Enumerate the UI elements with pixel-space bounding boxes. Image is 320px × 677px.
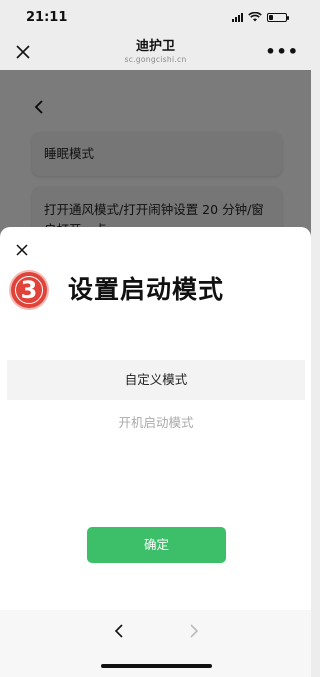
status-bar: 21:11 [0, 0, 311, 34]
option-boot-mode[interactable]: 开机启动模式 [7, 408, 305, 438]
page-url: sc.gongcishi.cn [124, 55, 187, 64]
battery-icon [267, 12, 289, 22]
confirm-button[interactable]: 确定 [87, 527, 226, 563]
sheet-title: 设置启动模式 [68, 275, 225, 304]
navbar: 迪护卫 sc.gongcishi.cn ••• [0, 34, 311, 70]
close-icon[interactable] [14, 242, 30, 258]
home-indicator[interactable] [101, 664, 212, 668]
forward-icon[interactable] [188, 623, 200, 639]
signal-icon [232, 12, 243, 22]
status-icons [232, 12, 289, 22]
status-time: 21:11 [26, 9, 68, 25]
more-icon[interactable]: ••• [265, 43, 299, 61]
back-icon[interactable] [113, 623, 125, 639]
step-number-badge: 3 [11, 272, 47, 308]
close-icon[interactable] [14, 43, 32, 61]
badge-ring [15, 276, 43, 304]
mode-picker-sheet: 3 设置启动模式 自定义模式 开机启动模式 确定 [0, 227, 311, 610]
page-title: 迪护卫 [135, 39, 175, 54]
wifi-icon [248, 12, 262, 22]
option-custom-mode[interactable]: 自定义模式 [7, 360, 305, 400]
